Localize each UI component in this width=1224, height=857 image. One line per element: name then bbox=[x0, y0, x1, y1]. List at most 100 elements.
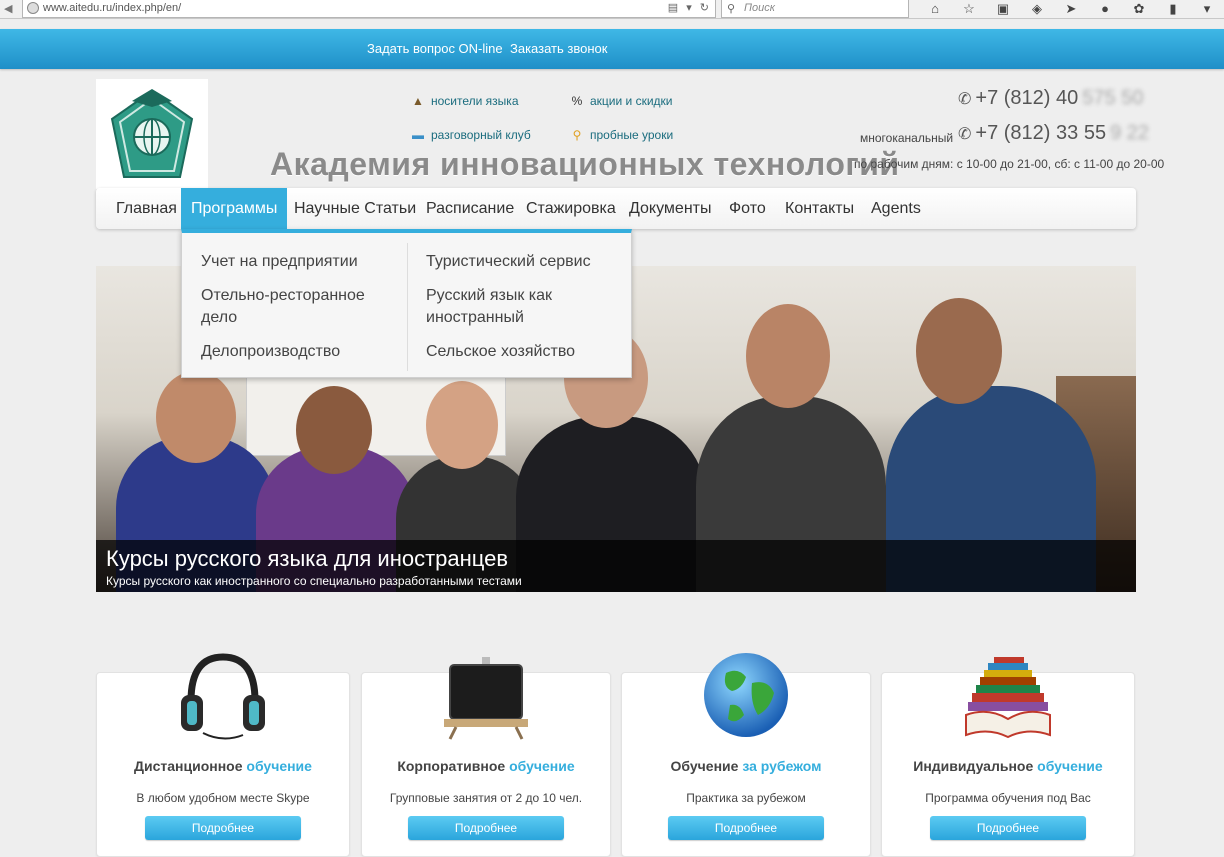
url-text: www.aitedu.ru/index.php/en/ bbox=[43, 2, 182, 14]
dropdown-item-accounting[interactable]: Учет на предприятии bbox=[201, 251, 401, 273]
teacher-icon: ▲ bbox=[412, 94, 424, 108]
dropdown-item-tourism[interactable]: Туристический сервис bbox=[426, 251, 626, 273]
nav-articles[interactable]: Научные Статьи bbox=[284, 188, 426, 229]
banner-title: Курсы русского языка для иностранцев bbox=[106, 546, 509, 571]
quick-link-label: акции и скидки bbox=[590, 94, 673, 108]
nav-programs[interactable]: Программы bbox=[181, 188, 288, 229]
card-more-button[interactable]: Подробнее bbox=[930, 816, 1086, 840]
menu-icon[interactable]: ▾ bbox=[1190, 0, 1224, 19]
address-bar[interactable]: www.aitedu.ru/index.php/en/ ▤ ▾ ↻ bbox=[22, 0, 716, 18]
reload-icon[interactable]: ↻ bbox=[700, 2, 709, 14]
card-study-abroad: Обучение за рубежом Практика за рубежом … bbox=[621, 653, 871, 857]
nav-agents[interactable]: Agents bbox=[861, 188, 931, 229]
clipboard-icon[interactable]: ▣ bbox=[986, 0, 1020, 19]
nav-photo[interactable]: Фото bbox=[719, 188, 776, 229]
card-more-button[interactable]: Подробнее bbox=[668, 816, 824, 840]
site-title: Академия инновационных технологий bbox=[270, 146, 900, 182]
nav-internship[interactable]: Стажировка bbox=[516, 188, 626, 229]
extension-icon[interactable]: ✿ bbox=[1122, 0, 1156, 19]
phone-visible: +7 (812) 33 55 bbox=[975, 122, 1107, 144]
academy-logo[interactable] bbox=[96, 79, 208, 189]
dropdown-item-clerical[interactable]: Делопроизводство bbox=[201, 341, 401, 363]
phone-blurred: 9 22 bbox=[1110, 122, 1149, 144]
star-icon[interactable]: ☆ bbox=[952, 0, 986, 19]
browser-toolbar: ◀ www.aitedu.ru/index.php/en/ ▤ ▾ ↻ ⚲ По… bbox=[0, 0, 1224, 19]
chat-bubble-icon[interactable]: ● bbox=[1088, 0, 1122, 19]
globe-icon bbox=[27, 2, 39, 14]
card-more-button[interactable]: Подробнее bbox=[145, 816, 301, 840]
browser-toolbar-icons: ⌂ ☆ ▣ ◈ ➤ ● ✿ ▮ ▾ bbox=[918, 0, 1224, 19]
card-title-highlight: обучение bbox=[246, 758, 312, 774]
dropdown-item-agriculture[interactable]: Сельское хозяйство bbox=[426, 341, 626, 363]
card-title-highlight: за рубежом bbox=[742, 758, 822, 774]
promotions-link[interactable]: % акции и скидки bbox=[570, 94, 673, 108]
card-description: Программа обучения под Вас bbox=[925, 791, 1091, 805]
headphones-icon bbox=[181, 653, 265, 740]
phone-number-1[interactable]: ✆ +7 (812) 40 575 50 bbox=[958, 87, 1143, 110]
card-description: Групповые занятия от 2 до 10 чел. bbox=[389, 791, 583, 805]
blackboard-icon bbox=[444, 657, 528, 740]
programs-dropdown: Учет на предприятии Отельно-ресторанное … bbox=[181, 229, 632, 378]
nav-documents[interactable]: Документы bbox=[619, 188, 721, 229]
back-icon[interactable]: ◀ bbox=[4, 2, 12, 15]
search-icon: ⚲ bbox=[727, 3, 736, 15]
nav-contacts[interactable]: Контакты bbox=[775, 188, 864, 229]
card-corporate-learning: Корпоративное обучение Групповые занятия… bbox=[361, 657, 611, 857]
banner-person-head bbox=[296, 386, 372, 474]
send-icon[interactable]: ➤ bbox=[1054, 0, 1088, 19]
phone-icon: ✆ bbox=[958, 90, 972, 108]
chat-icon: ▬ bbox=[412, 128, 424, 142]
reader-icon[interactable]: ▤ bbox=[668, 2, 678, 14]
quick-link-label: пробные уроки bbox=[590, 128, 674, 142]
main-navigation: Главная Программы Научные Статьи Расписа… bbox=[96, 188, 1136, 229]
card-title: Дистанционное обучение bbox=[97, 758, 349, 774]
card-title-main: Дистанционное bbox=[134, 758, 243, 774]
books-icon bbox=[965, 657, 1051, 739]
working-hours: по рабочим дням: с 10-00 до 21-00, сб: с… bbox=[854, 157, 1165, 171]
search-placeholder: Поиск bbox=[744, 2, 775, 14]
percent-icon: % bbox=[571, 94, 583, 108]
nav-home[interactable]: Главная bbox=[106, 188, 187, 229]
card-title-main: Индивидуальное bbox=[913, 758, 1034, 774]
phone-blurred: 575 50 bbox=[1082, 87, 1144, 109]
home-icon[interactable]: ⌂ bbox=[918, 0, 952, 19]
card-distance-learning: Дистанционное обучение В любом удобном м… bbox=[96, 653, 350, 857]
emblem-icon bbox=[110, 89, 194, 178]
banner-caption: Курсы русского языка для иностранцев Кур… bbox=[96, 540, 1136, 592]
battery-icon[interactable]: ▮ bbox=[1156, 0, 1190, 19]
trial-lessons-link[interactable]: ⚲ пробные уроки bbox=[570, 128, 674, 142]
dropdown-item-russian-foreign[interactable]: Русский язык как иностранный bbox=[426, 285, 586, 329]
dropdown-item-hospitality[interactable]: Отельно-ресторанное дело bbox=[201, 285, 391, 329]
phone-visible: +7 (812) 40 bbox=[975, 87, 1079, 109]
card-title: Корпоративное обучение bbox=[362, 758, 610, 774]
banner-person-head bbox=[426, 381, 498, 469]
card-description: Практика за рубежом bbox=[686, 791, 806, 805]
multichannel-label: многоканальный bbox=[860, 131, 954, 145]
dropdown-arrow-icon[interactable]: ▾ bbox=[686, 2, 692, 14]
phone-number-2[interactable]: ✆ +7 (812) 33 55 9 22 bbox=[958, 122, 1149, 145]
browser-search-input[interactable]: ⚲ Поиск bbox=[721, 0, 909, 18]
phone-icon: ✆ bbox=[958, 125, 972, 143]
banner-person-head bbox=[746, 304, 830, 408]
card-title-main: Корпоративное bbox=[397, 758, 506, 774]
card-title-main: Обучение bbox=[670, 758, 739, 774]
card-title-highlight: обучение bbox=[509, 758, 575, 774]
card-more-button[interactable]: Подробнее bbox=[408, 816, 564, 840]
ask-online-link[interactable]: Задать вопрос ON-line bbox=[367, 41, 503, 56]
card-title: Обучение за рубежом bbox=[622, 758, 870, 774]
native-speakers-link[interactable]: ▲ носители языка bbox=[411, 94, 518, 108]
card-title: Индивидуальное обучение bbox=[882, 758, 1134, 774]
nav-schedule[interactable]: Расписание bbox=[416, 188, 524, 229]
card-individual-learning: Индивидуальное обучение Программа обучен… bbox=[881, 657, 1135, 857]
quick-link-label: разговорный клуб bbox=[431, 128, 531, 142]
pocket-icon[interactable]: ◈ bbox=[1020, 0, 1054, 19]
globe-icon bbox=[704, 653, 788, 737]
card-title-highlight: обучение bbox=[1037, 758, 1103, 774]
banner-person-head bbox=[156, 371, 236, 463]
speaking-club-link[interactable]: ▬ разговорный клуб bbox=[411, 128, 531, 142]
dropdown-divider bbox=[407, 243, 408, 371]
banner-person-head bbox=[916, 298, 1002, 404]
order-call-link[interactable]: Заказать звонок bbox=[510, 41, 607, 56]
card-description: В любом удобном месте Skype bbox=[136, 791, 310, 805]
top-action-bar: Задать вопрос ON-line Заказать звонок bbox=[0, 29, 1224, 69]
